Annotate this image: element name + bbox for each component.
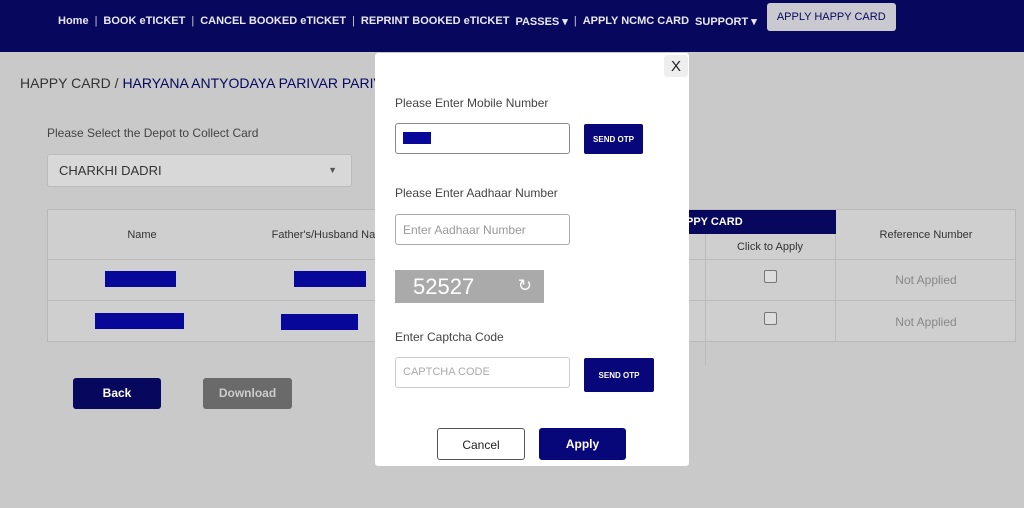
back-button[interactable]: Back <box>73 378 161 409</box>
nav-home[interactable]: Home <box>58 15 89 27</box>
breadcrumb: HAPPY CARD / HARYANA ANTYODAYA PARIVAR P… <box>20 75 391 91</box>
download-button[interactable]: Download <box>203 378 292 409</box>
captcha-input[interactable]: CAPTCHA CODE <box>395 357 570 388</box>
apply-button[interactable]: Apply <box>539 428 626 460</box>
mobile-label: Please Enter Mobile Number <box>395 96 549 110</box>
nav-book-eticket[interactable]: BOOK eTICKET <box>103 15 185 27</box>
nav-apply-ncmc[interactable]: APPLY NCMC CARD <box>583 15 689 27</box>
nav-apply-happy-card[interactable]: APPLY HAPPY CARD <box>766 3 896 31</box>
redacted-name <box>105 271 176 287</box>
refresh-icon[interactable]: ↻ <box>518 276 532 296</box>
header-father: Father's/Husband Nam <box>271 229 385 241</box>
reference-value: Not Applied <box>895 315 957 329</box>
chevron-down-icon: ▼ <box>328 165 337 175</box>
close-icon[interactable]: X <box>664 55 688 77</box>
depot-label: Please Select the Depot to Collect Card <box>47 126 259 140</box>
apply-checkbox[interactable] <box>764 270 777 283</box>
nav-cancel-eticket[interactable]: CANCEL BOOKED eTICKET <box>200 15 346 27</box>
otp-modal: X Please Enter Mobile Number SEND OTP Pl… <box>375 53 689 466</box>
separator: | <box>94 15 98 27</box>
top-nav: Home | BOOK eTICKET | CANCEL BOOKED eTICKE… <box>0 0 1024 52</box>
header-name: Name <box>127 229 157 241</box>
redacted-father <box>294 271 366 287</box>
redacted-name <box>95 313 184 329</box>
nav-support[interactable]: SUPPORT ▾ <box>695 15 757 28</box>
send-otp-button[interactable]: SEND OTP <box>584 124 643 154</box>
header-click-to-apply: Click to Apply <box>736 241 804 253</box>
separator: | <box>191 15 195 27</box>
reference-value: Not Applied <box>895 273 957 287</box>
redacted-father <box>281 314 358 330</box>
breadcrumb-current: HARYANA ANTYODAYA PARIVAR PARIVA <box>122 75 392 91</box>
apply-checkbox[interactable] <box>764 312 777 325</box>
aadhaar-label: Please Enter Aadhaar Number <box>395 186 558 200</box>
separator: | <box>352 15 355 27</box>
header-reference: Reference Number <box>879 229 973 241</box>
redacted-mobile <box>403 132 431 144</box>
captcha-text: 52527 <box>413 274 475 299</box>
captcha-label: Enter Captcha Code <box>395 330 504 344</box>
nav-reprint-eticket[interactable]: REPRINT BOOKED eTICKET <box>361 15 510 27</box>
cancel-button[interactable]: Cancel <box>437 428 525 460</box>
depot-value: CHARKHI DADRI <box>59 163 162 178</box>
breadcrumb-root: HAPPY CARD / <box>20 75 119 91</box>
separator: | <box>573 15 577 27</box>
send-otp-button-2[interactable]: SEND OTP <box>584 358 654 392</box>
happy-card-group-header: PPY CARD <box>676 210 836 234</box>
captcha-image: 52527 ↻ <box>395 270 544 303</box>
mobile-input[interactable] <box>395 123 570 154</box>
depot-select[interactable]: CHARKHI DADRI ▼ <box>47 154 352 187</box>
nav-passes[interactable]: PASSES ▾ <box>515 15 567 28</box>
aadhaar-input[interactable]: Enter Aadhaar Number <box>395 214 570 245</box>
